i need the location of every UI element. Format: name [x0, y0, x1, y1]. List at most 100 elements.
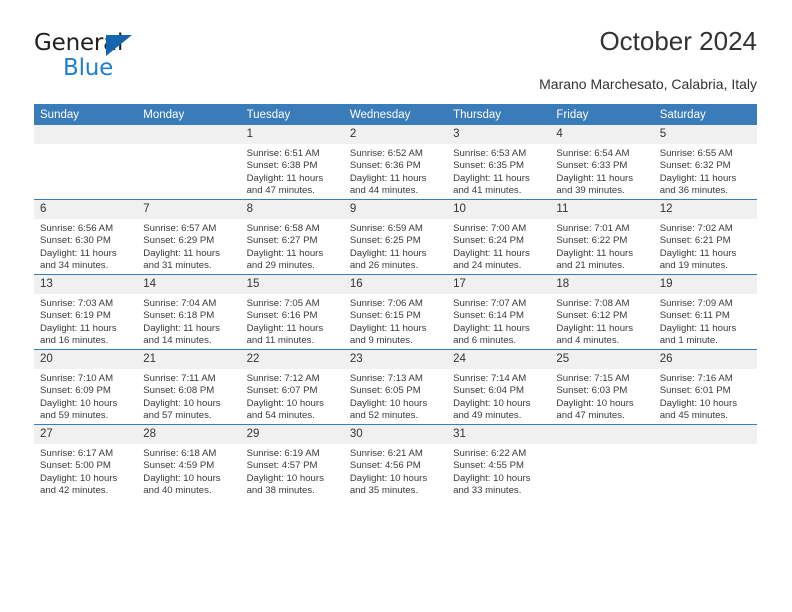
- sunset-text: Sunset: 4:55 PM: [453, 460, 525, 472]
- sunrise-text: Sunrise: 6:55 AM: [659, 148, 733, 159]
- weekday-header-monday: Monday: [137, 104, 241, 125]
- sunset-text: Sunset: 6:25 PM: [349, 235, 421, 247]
- sunrise-text: Sunrise: 6:18 AM: [143, 448, 217, 459]
- sunset-text: Sunset: 4:56 PM: [349, 460, 421, 472]
- sunset-text: Sunset: 6:24 PM: [453, 235, 525, 247]
- day-details: Sunrise: 7:12 AM Sunset: 6:07 PM Daylight:…: [241, 369, 344, 423]
- day-details: Sunrise: 7:08 AM Sunset: 6:12 PM Daylight:…: [550, 294, 653, 348]
- daylight-text: Daylight: 11 hours and 14 minutes.: [143, 322, 220, 347]
- calendar-day-cell[interactable]: 8 Sunrise: 6:58 AM Sunset: 6:27 PM Daylight…: [240, 199, 344, 275]
- general-blue-logo[interactable]: General Blue: [34, 32, 234, 88]
- daylight-text: Daylight: 11 hours and 39 minutes.: [556, 172, 634, 197]
- calendar-day-cell[interactable]: 5 Sunrise: 6:55 AM Sunset: 6:32 PM Daylight…: [653, 125, 757, 200]
- calendar-body: 1 Sunrise: 6:51 AM Sunset: 6:38 PM Daylight…: [34, 125, 757, 499]
- sunrise-text: Sunrise: 6:51 AM: [246, 148, 320, 159]
- day-number: 30: [343, 425, 448, 444]
- daylight-text: Daylight: 10 hours and 33 minutes.: [453, 472, 531, 497]
- day-details: Sunrise: 7:13 AM Sunset: 6:05 PM Daylight:…: [344, 369, 447, 423]
- sunrise-text: Sunrise: 7:11 AM: [143, 373, 216, 384]
- calendar-day-cell[interactable]: 12 Sunrise: 7:02 AM Sunset: 6:21 PM Dayligh…: [653, 199, 757, 275]
- day-number: 10: [447, 200, 551, 219]
- daylight-text: Daylight: 10 hours and 38 minutes.: [246, 472, 324, 497]
- calendar-day-cell[interactable]: 15 Sunrise: 7:05 AM Sunset: 6:16 PM Dayligh…: [240, 274, 344, 350]
- day-number: 21: [137, 350, 241, 369]
- day-details: Sunrise: 6:51 AM Sunset: 6:38 PM Daylight:…: [241, 144, 344, 198]
- calendar-week-row: 13 Sunrise: 7:03 AM Sunset: 6:19 PM Dayligh…: [34, 274, 757, 350]
- calendar-day-cell[interactable]: 9 Sunrise: 6:59 AM Sunset: 6:25 PM Daylight…: [343, 199, 448, 275]
- calendar-day-cell[interactable]: 18 Sunrise: 7:08 AM Sunset: 6:12 PM Dayligh…: [550, 274, 654, 350]
- day-number: 20: [34, 350, 138, 369]
- calendar-day-cell[interactable]: 22 Sunrise: 7:12 AM Sunset: 6:07 PM Dayligh…: [240, 349, 344, 425]
- calendar-day-cell[interactable]: 21 Sunrise: 7:11 AM Sunset: 6:08 PM Dayligh…: [137, 349, 241, 425]
- calendar-day-cell[interactable]: 2 Sunrise: 6:52 AM Sunset: 6:36 PM Daylight…: [343, 125, 448, 200]
- calendar-day-cell[interactable]: 17 Sunrise: 7:07 AM Sunset: 6:14 PM Dayligh…: [447, 274, 551, 350]
- calendar-day-cell[interactable]: 24 Sunrise: 7:14 AM Sunset: 6:04 PM Dayligh…: [447, 349, 551, 425]
- calendar-day-cell[interactable]: 11 Sunrise: 7:01 AM Sunset: 6:22 PM Dayligh…: [550, 199, 654, 275]
- daylight-text: Daylight: 10 hours and 40 minutes.: [143, 472, 221, 497]
- day-number: 3: [447, 125, 551, 144]
- calendar-day-cell[interactable]: 4 Sunrise: 6:54 AM Sunset: 6:33 PM Daylight…: [550, 125, 654, 200]
- sunrise-text: Sunrise: 6:21 AM: [349, 448, 423, 459]
- day-details: Sunrise: 6:19 AM Sunset: 4:57 PM Daylight:…: [241, 444, 344, 498]
- sunset-text: Sunset: 6:01 PM: [659, 385, 731, 397]
- sunset-text: Sunset: 4:59 PM: [143, 460, 215, 472]
- sunset-text: Sunset: 6:08 PM: [143, 385, 215, 397]
- calendar-day-cell[interactable]: 10 Sunrise: 7:00 AM Sunset: 6:24 PM Dayligh…: [447, 199, 551, 275]
- daylight-text: Daylight: 10 hours and 42 minutes.: [40, 472, 118, 497]
- sunrise-text: Sunrise: 6:57 AM: [143, 223, 217, 234]
- calendar-day-cell[interactable]: 23 Sunrise: 7:13 AM Sunset: 6:05 PM Dayligh…: [343, 349, 448, 425]
- calendar-day-cell[interactable]: 29 Sunrise: 6:19 AM Sunset: 4:57 PM Dayligh…: [240, 424, 344, 499]
- daylight-text: Daylight: 10 hours and 49 minutes.: [453, 397, 531, 422]
- calendar-day-cell[interactable]: 1 Sunrise: 6:51 AM Sunset: 6:38 PM Daylight…: [240, 125, 344, 200]
- calendar-day-cell[interactable]: 16 Sunrise: 7:06 AM Sunset: 6:15 PM Dayligh…: [343, 274, 448, 350]
- sunset-text: Sunset: 6:07 PM: [246, 385, 318, 397]
- weekday-header-row: Sunday Monday Tuesday Wednesday Thursday…: [34, 104, 757, 125]
- calendar-day-cell[interactable]: 7 Sunrise: 6:57 AM Sunset: 6:29 PM Daylight…: [137, 199, 241, 275]
- day-number: [34, 125, 138, 144]
- calendar-day-cell[interactable]: 19 Sunrise: 7:09 AM Sunset: 6:11 PM Dayligh…: [653, 274, 757, 350]
- sunrise-text: Sunrise: 7:05 AM: [246, 298, 320, 309]
- day-details: Sunrise: 7:00 AM Sunset: 6:24 PM Daylight:…: [447, 219, 550, 273]
- calendar-page: General Blue October 2024 Marano Marches…: [0, 0, 792, 612]
- calendar-day-cell[interactable]: 14 Sunrise: 7:04 AM Sunset: 6:18 PM Dayligh…: [137, 274, 241, 350]
- sunset-text: Sunset: 6:32 PM: [659, 160, 731, 172]
- sunrise-text: Sunrise: 7:09 AM: [659, 298, 733, 309]
- sunrise-text: Sunrise: 6:54 AM: [556, 148, 630, 159]
- calendar-day-cell[interactable]: 3 Sunrise: 6:53 AM Sunset: 6:35 PM Daylight…: [447, 125, 551, 200]
- daylight-text: Daylight: 11 hours and 4 minutes.: [556, 322, 634, 347]
- day-details: Sunrise: 6:55 AM Sunset: 6:32 PM Daylight:…: [654, 144, 757, 198]
- sunset-text: Sunset: 6:29 PM: [143, 235, 215, 247]
- calendar-day-cell[interactable]: 20 Sunrise: 7:10 AM Sunset: 6:09 PM Dayligh…: [34, 349, 138, 425]
- day-number: 6: [34, 200, 138, 219]
- daylight-text: Daylight: 11 hours and 1 minute.: [659, 322, 737, 347]
- calendar-day-cell[interactable]: 31 Sunrise: 6:22 AM Sunset: 4:55 PM Dayligh…: [447, 424, 551, 499]
- calendar-day-cell[interactable]: 27 Sunrise: 6:17 AM Sunset: 5:00 PM Dayligh…: [34, 424, 138, 499]
- day-number: [653, 425, 757, 444]
- calendar-week-row: 20 Sunrise: 7:10 AM Sunset: 6:09 PM Dayligh…: [34, 349, 757, 425]
- sunrise-text: Sunrise: 6:56 AM: [40, 223, 114, 234]
- calendar-day-cell[interactable]: 6 Sunrise: 6:56 AM Sunset: 6:30 PM Daylight…: [34, 199, 138, 275]
- calendar-week-row: 27 Sunrise: 6:17 AM Sunset: 5:00 PM Dayligh…: [34, 424, 757, 499]
- weekday-header-friday: Friday: [550, 104, 654, 125]
- daylight-text: Daylight: 10 hours and 47 minutes.: [556, 397, 634, 422]
- calendar-day-cell[interactable]: 26 Sunrise: 7:16 AM Sunset: 6:01 PM Dayligh…: [653, 349, 757, 425]
- calendar-day-cell[interactable]: 30 Sunrise: 6:21 AM Sunset: 4:56 PM Dayligh…: [343, 424, 448, 499]
- daylight-text: Daylight: 11 hours and 9 minutes.: [349, 322, 427, 347]
- calendar-day-cell[interactable]: 13 Sunrise: 7:03 AM Sunset: 6:19 PM Dayligh…: [34, 274, 138, 350]
- sunset-text: Sunset: 6:16 PM: [246, 310, 318, 322]
- daylight-text: Daylight: 10 hours and 59 minutes.: [40, 397, 118, 422]
- calendar-week-row: 6 Sunrise: 6:56 AM Sunset: 6:30 PM Daylight…: [34, 199, 757, 275]
- day-details: Sunrise: 6:56 AM Sunset: 6:30 PM Daylight:…: [34, 219, 137, 273]
- calendar-day-cell[interactable]: 25 Sunrise: 7:15 AM Sunset: 6:03 PM Dayligh…: [550, 349, 654, 425]
- sunrise-text: Sunrise: 6:22 AM: [453, 448, 527, 459]
- calendar-day-cell[interactable]: 28 Sunrise: 6:18 AM Sunset: 4:59 PM Dayligh…: [137, 424, 241, 499]
- daylight-text: Daylight: 10 hours and 54 minutes.: [246, 397, 324, 422]
- day-number: [137, 125, 241, 144]
- day-details: Sunrise: 6:54 AM Sunset: 6:33 PM Daylight:…: [550, 144, 653, 198]
- daylight-text: Daylight: 11 hours and 11 minutes.: [246, 322, 324, 347]
- sunrise-text: Sunrise: 6:59 AM: [349, 223, 423, 234]
- day-details: Sunrise: 7:15 AM Sunset: 6:03 PM Daylight:…: [550, 369, 653, 423]
- day-details: Sunrise: 7:05 AM Sunset: 6:16 PM Daylight:…: [241, 294, 344, 348]
- weekday-header-wednesday: Wednesday: [343, 104, 448, 125]
- day-number: 11: [550, 200, 654, 219]
